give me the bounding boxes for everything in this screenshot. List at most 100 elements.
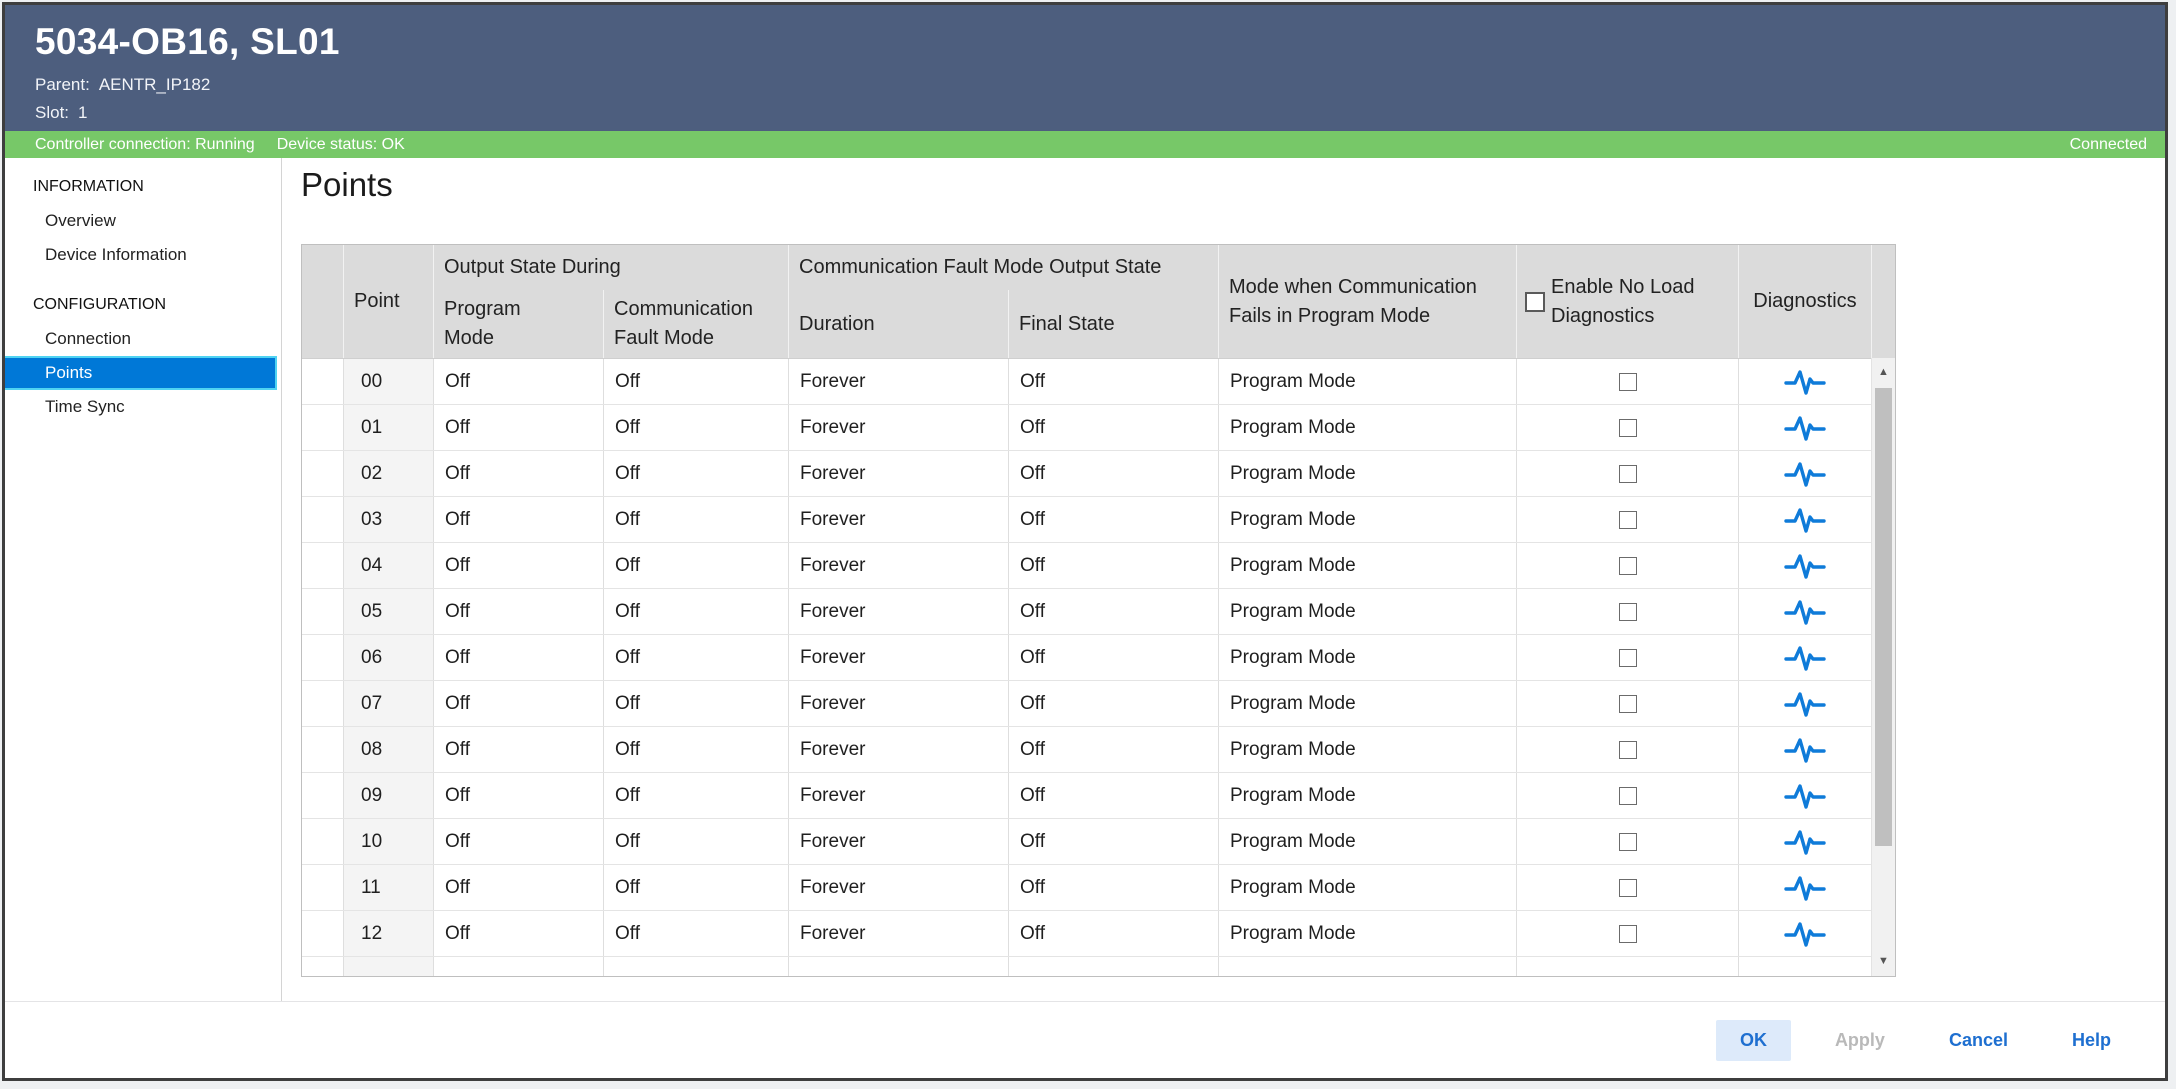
comm-fault-mode-cell[interactable]: Off	[604, 819, 789, 864]
program-mode-cell[interactable]: Off	[434, 773, 604, 818]
row-selector-cell[interactable]	[302, 727, 344, 772]
duration-cell[interactable]: Forever	[789, 543, 1009, 588]
final-state-cell[interactable]: Off	[1009, 589, 1219, 634]
program-mode-cell[interactable]: Off	[434, 497, 604, 542]
mode-when-cell[interactable]: Program Mode	[1219, 635, 1517, 680]
point-cell[interactable]: 09	[344, 773, 434, 818]
final-state-cell[interactable]: Off	[1009, 681, 1219, 726]
row-selector-cell[interactable]	[302, 911, 344, 956]
duration-cell[interactable]: Forever	[789, 773, 1009, 818]
program-mode-cell[interactable]: Off	[434, 359, 604, 404]
comm-fault-mode-cell[interactable]: Off	[604, 543, 789, 588]
sidebar-item-points[interactable]: Points	[5, 356, 277, 390]
no-load-checkbox[interactable]	[1619, 833, 1637, 851]
row-selector-cell[interactable]	[302, 451, 344, 496]
diagnostics-pulse-icon[interactable]	[1783, 368, 1827, 396]
comm-fault-mode-cell[interactable]: Off	[604, 773, 789, 818]
point-cell[interactable]: 01	[344, 405, 434, 450]
diagnostics-pulse-icon[interactable]	[1783, 414, 1827, 442]
final-state-cell[interactable]: Off	[1009, 773, 1219, 818]
mode-when-cell[interactable]: Program Mode	[1219, 589, 1517, 634]
row-selector-cell[interactable]	[302, 359, 344, 404]
enable-no-load-all-checkbox[interactable]	[1525, 292, 1545, 312]
comm-fault-mode-cell[interactable]: Off	[604, 451, 789, 496]
mode-when-cell[interactable]: Program Mode	[1219, 497, 1517, 542]
row-selector-cell[interactable]	[302, 865, 344, 910]
diagnostics-pulse-icon[interactable]	[1783, 782, 1827, 810]
diagnostics-pulse-icon[interactable]	[1783, 506, 1827, 534]
program-mode-cell[interactable]: Off	[434, 543, 604, 588]
comm-fault-mode-cell[interactable]: Off	[604, 865, 789, 910]
sidebar-item-device-information[interactable]: Device Information	[5, 238, 281, 272]
comm-fault-mode-cell[interactable]: Off	[604, 405, 789, 450]
duration-cell[interactable]: Forever	[789, 359, 1009, 404]
ok-button[interactable]: OK	[1716, 1020, 1791, 1061]
point-cell[interactable]: 04	[344, 543, 434, 588]
duration-cell[interactable]: Forever	[789, 451, 1009, 496]
diagnostics-pulse-icon[interactable]	[1783, 736, 1827, 764]
program-mode-cell[interactable]: Off	[434, 681, 604, 726]
sidebar-item-connection[interactable]: Connection	[5, 322, 281, 356]
point-cell[interactable]: 12	[344, 911, 434, 956]
point-cell[interactable]: 08	[344, 727, 434, 772]
mode-when-cell[interactable]: Program Mode	[1219, 819, 1517, 864]
diagnostics-pulse-icon[interactable]	[1783, 874, 1827, 902]
final-state-cell[interactable]: Off	[1009, 543, 1219, 588]
point-cell[interactable]: 10	[344, 819, 434, 864]
diagnostics-pulse-icon[interactable]	[1783, 460, 1827, 488]
scrollbar-track[interactable]: ▲ ▼	[1871, 358, 1895, 976]
row-selector-cell[interactable]	[302, 543, 344, 588]
no-load-checkbox[interactable]	[1619, 741, 1637, 759]
final-state-cell[interactable]: Off	[1009, 911, 1219, 956]
duration-cell[interactable]: Forever	[789, 911, 1009, 956]
duration-cell[interactable]: Forever	[789, 727, 1009, 772]
no-load-checkbox[interactable]	[1619, 925, 1637, 943]
duration-cell[interactable]: Forever	[789, 865, 1009, 910]
program-mode-cell[interactable]: Off	[434, 635, 604, 680]
diagnostics-pulse-icon[interactable]	[1783, 828, 1827, 856]
mode-when-cell[interactable]: Program Mode	[1219, 359, 1517, 404]
mode-when-cell[interactable]: Program Mode	[1219, 773, 1517, 818]
no-load-checkbox[interactable]	[1619, 557, 1637, 575]
final-state-cell[interactable]: Off	[1009, 865, 1219, 910]
mode-when-cell[interactable]: Program Mode	[1219, 727, 1517, 772]
program-mode-cell[interactable]: Off	[434, 405, 604, 450]
row-selector-cell[interactable]	[302, 405, 344, 450]
point-cell[interactable]: 05	[344, 589, 434, 634]
mode-when-cell[interactable]: Program Mode	[1219, 405, 1517, 450]
final-state-cell[interactable]: Off	[1009, 497, 1219, 542]
mode-when-cell[interactable]: Program Mode	[1219, 911, 1517, 956]
apply-button[interactable]: Apply	[1815, 1020, 1905, 1061]
cancel-button[interactable]: Cancel	[1929, 1020, 2028, 1061]
duration-cell[interactable]: Forever	[789, 819, 1009, 864]
program-mode-cell[interactable]: Off	[434, 911, 604, 956]
sidebar-item-overview[interactable]: Overview	[5, 204, 281, 238]
comm-fault-mode-cell[interactable]: Off	[604, 359, 789, 404]
diagnostics-pulse-icon[interactable]	[1783, 644, 1827, 672]
duration-cell[interactable]: Forever	[789, 405, 1009, 450]
point-cell[interactable]: 07	[344, 681, 434, 726]
row-selector-cell[interactable]	[302, 497, 344, 542]
no-load-checkbox[interactable]	[1619, 465, 1637, 483]
no-load-checkbox[interactable]	[1619, 879, 1637, 897]
no-load-checkbox[interactable]	[1619, 373, 1637, 391]
duration-cell[interactable]: Forever	[789, 497, 1009, 542]
final-state-cell[interactable]: Off	[1009, 451, 1219, 496]
no-load-checkbox[interactable]	[1619, 603, 1637, 621]
program-mode-cell[interactable]: Off	[434, 865, 604, 910]
final-state-cell[interactable]: Off	[1009, 635, 1219, 680]
program-mode-cell[interactable]: Off	[434, 451, 604, 496]
vertical-scrollbar[interactable]: ▲ ▼	[1871, 245, 1895, 976]
mode-when-cell[interactable]: Program Mode	[1219, 451, 1517, 496]
row-selector-cell[interactable]	[302, 819, 344, 864]
final-state-cell[interactable]: Off	[1009, 405, 1219, 450]
comm-fault-mode-cell[interactable]: Off	[604, 727, 789, 772]
program-mode-cell[interactable]: Off	[434, 819, 604, 864]
mode-when-cell[interactable]: Program Mode	[1219, 865, 1517, 910]
point-cell[interactable]: 02	[344, 451, 434, 496]
no-load-checkbox[interactable]	[1619, 419, 1637, 437]
scroll-down-arrow-icon[interactable]: ▼	[1872, 956, 1895, 967]
final-state-cell[interactable]: Off	[1009, 359, 1219, 404]
row-selector-cell[interactable]	[302, 635, 344, 680]
no-load-checkbox[interactable]	[1619, 787, 1637, 805]
